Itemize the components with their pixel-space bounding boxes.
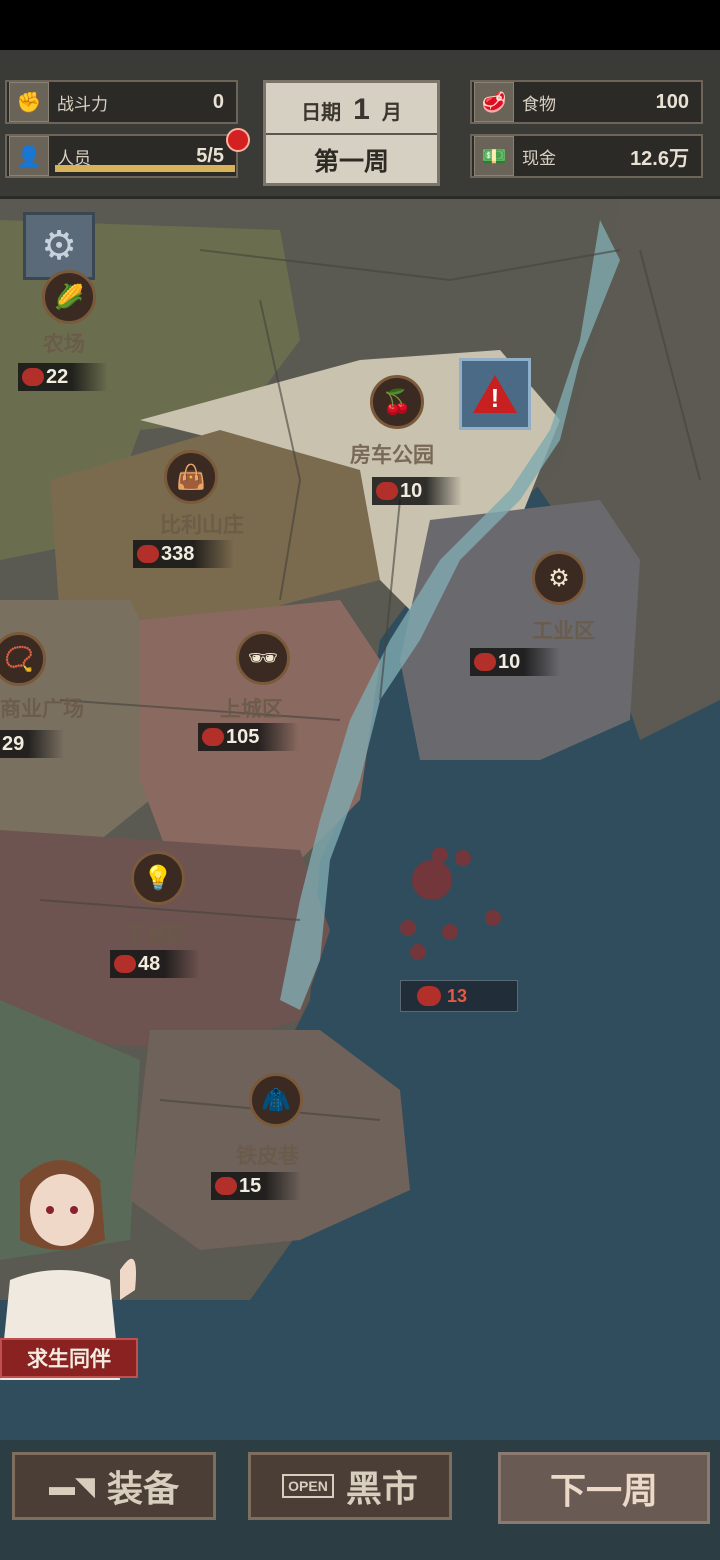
fist-icon: ✊ [9, 82, 49, 122]
tin-alley-power-tag: 15 [211, 1172, 302, 1200]
uptown-name: 上城区 [220, 698, 283, 721]
handbag-icon[interactable]: 👜 [164, 450, 218, 504]
uptown-power: 105 [226, 725, 260, 748]
food-value: 100 [655, 90, 689, 113]
bottom-action-bar: ▬◥ 装备 OPEN 黑市 下一周 [0, 1440, 720, 1560]
enemy-power: 13 [447, 985, 468, 1006]
gun-icon: ▬◥ [48, 1470, 95, 1501]
fist-icon [114, 955, 136, 973]
week-label: 第一周 [313, 148, 389, 176]
downtown-power: 48 [138, 952, 161, 975]
enemy-power-tag[interactable]: 13 [400, 980, 518, 1012]
industrial-name: 工业区 [532, 620, 595, 643]
combat-power-value: 0 [212, 90, 224, 113]
fist-icon [137, 545, 159, 563]
berries-icon[interactable]: 🍒 [370, 375, 424, 429]
rv-park-power: 10 [400, 479, 423, 502]
tin-alley-name: 铁皮巷 [236, 1145, 299, 1168]
industrial-power-tag: 10 [470, 648, 561, 676]
fist-icon [417, 986, 441, 1006]
status-bar [0, 0, 720, 50]
equipment-button[interactable]: ▬◥ 装备 [12, 1452, 216, 1520]
person-icon: 👤 [9, 136, 49, 176]
commerce-power: 29 [2, 732, 25, 755]
equipment-label: 装备 [106, 1468, 179, 1509]
fist-icon [202, 728, 224, 746]
fist-icon [215, 1177, 237, 1195]
tin-alley-power: 15 [239, 1174, 262, 1197]
uptown-power-tag: 105 [198, 723, 300, 751]
commerce-name: 商业广场 [0, 698, 84, 721]
month-unit: 月 [381, 101, 402, 124]
farm-power: 22 [46, 365, 69, 388]
food-label: 食物 [522, 94, 556, 114]
alert-button[interactable]: ! [459, 358, 531, 430]
industrial-region[interactable] [400, 500, 640, 760]
black-market-button[interactable]: OPEN 黑市 [248, 1452, 452, 1520]
fist-icon [376, 482, 398, 500]
commerce-power-tag: 29 [0, 730, 65, 758]
downtown-power-tag: 48 [110, 950, 201, 978]
billy-hills-power-tag: 338 [133, 540, 235, 568]
cash-label: 现金 [522, 148, 556, 168]
open-sign-icon: OPEN [282, 1474, 334, 1498]
rv-park-name: 房车公园 [350, 444, 434, 467]
cash-value: 12.6万 [630, 147, 689, 170]
corn-icon[interactable]: 🌽 [42, 270, 96, 324]
combat-power-stat: ✊ 战斗力 0 [5, 80, 238, 124]
fist-icon [22, 368, 44, 386]
glasses-icon[interactable]: 🕶 [236, 631, 290, 685]
settings-button[interactable]: ⚙ [23, 212, 95, 280]
fist-icon [474, 653, 496, 671]
cash-stat: 💵 现金 12.6万 [470, 134, 703, 178]
downtown-name: 下城区 [125, 924, 188, 947]
billy-hills-power: 338 [161, 542, 195, 565]
combat-power-label: 战斗力 [57, 94, 108, 114]
jacket-icon[interactable]: 🧥 [249, 1073, 303, 1127]
industrial-power: 10 [498, 650, 521, 673]
food-stat: 🥩 食物 100 [470, 80, 703, 124]
cash-icon: 💵 [474, 136, 514, 176]
meat-icon: 🥩 [474, 82, 514, 122]
date-label: 日期 [301, 101, 342, 124]
notification-dot [226, 128, 250, 152]
month-number: 1 [353, 93, 370, 126]
black-market-label: 黑市 [345, 1468, 418, 1509]
farm-power-tag: 22 [18, 363, 109, 391]
companion-button[interactable]: 求生同伴 [0, 1338, 138, 1378]
next-week-button[interactable]: 下一周 [498, 1452, 710, 1524]
date-panel: 日期 1 月 第一周 [263, 80, 440, 186]
farm-name: 农场 [43, 333, 85, 356]
billy-hills-name: 比利山庄 [160, 514, 244, 537]
rv-park-power-tag: 10 [372, 477, 463, 505]
people-stat[interactable]: 👤 人员 5/5 [5, 128, 250, 178]
gear-icon[interactable]: ⚙ [532, 551, 586, 605]
people-progress-bar [55, 165, 235, 172]
lightbulb-icon[interactable]: 💡 [131, 851, 185, 905]
